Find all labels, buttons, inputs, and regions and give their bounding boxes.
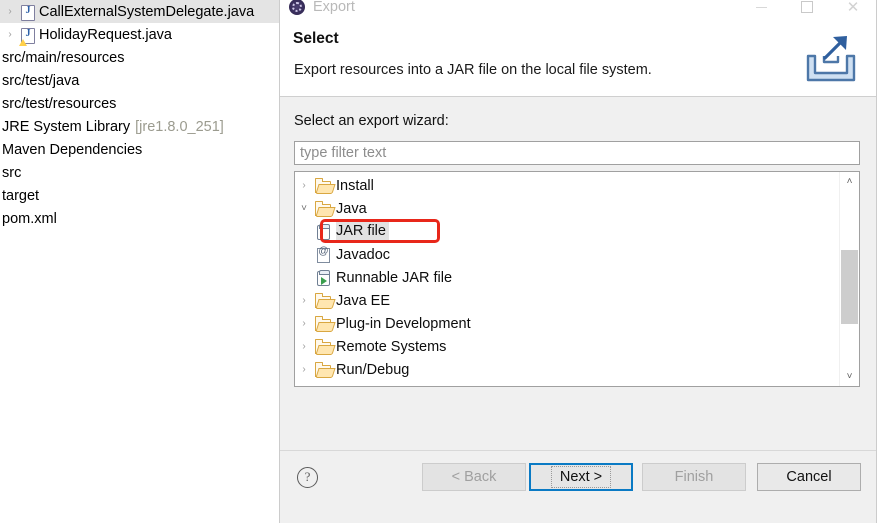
list-item[interactable]: › CallExternalSystemDelegate.java [0,0,290,23]
tree-row[interactable]: Runnable JAR file [295,266,840,289]
javadoc-icon [313,245,332,264]
bottom-edge [0,523,877,529]
dialog-footer: ? < Back Next > Finish Cancel [280,450,876,523]
page-description: Export resources into a JAR file on the … [294,62,652,78]
tree-row-label: Install [336,177,374,194]
window-controls: ✕ [738,0,876,22]
folder-icon [313,199,332,218]
runnable-jar-icon [313,268,332,287]
folder-icon [313,176,332,195]
tree-row-jar-file[interactable]: JAR file [295,220,840,243]
list-item-label: src/test/java [2,72,80,89]
folder-icon [313,291,332,310]
next-button-label: Next > [550,466,612,488]
tree-row-label: Javadoc [336,246,391,263]
tree-row-label: JAR file [336,222,389,241]
package-explorer-tree[interactable]: › CallExternalSystemDelegate.java › Holi… [0,0,290,529]
page-title: Select [293,30,339,47]
dialog-title: Export [313,0,355,15]
tree-row-label: Remote Systems [336,338,447,355]
chevron-right-icon[interactable]: › [295,341,313,352]
list-item[interactable]: pom.xml [0,207,290,230]
expand-chevron-icon[interactable]: › [2,23,18,46]
list-item-label: src [2,164,22,181]
finish-button[interactable]: Finish [642,463,746,491]
tree-row[interactable]: › Java EE [295,289,840,312]
tree-row[interactable]: › Plug-in Development [295,312,840,335]
list-item-label: HolidayRequest.java [39,26,172,43]
chevron-right-icon[interactable]: › [295,364,313,375]
dialog-header: Select Export resources into a JAR file … [280,22,876,97]
dialog-titlebar[interactable]: Export ✕ [280,0,876,22]
export-wizard-tree[interactable]: › Install ˅ Java JAR file @ Javadoc Runn… [294,171,860,387]
tree-row-label: Java EE [336,292,390,309]
list-item[interactable]: JRE System Library [jre1.8.0_251] [0,115,290,138]
java-file-warn-icon [18,26,36,46]
list-item-label: CallExternalSystemDelegate.java [39,3,255,20]
tree-row-label: Runnable JAR file [336,269,453,286]
list-item-label: pom.xml [2,210,57,227]
screen: › CallExternalSystemDelegate.java › Holi… [0,0,877,529]
list-item-label: JRE System Library [2,118,131,135]
close-icon[interactable]: ✕ [830,0,876,22]
tree-vertical-scrollbar[interactable]: ˄ ˅ [839,172,859,386]
tree-row[interactable]: › Install [295,174,840,197]
tree-row-label: Run/Debug [336,361,410,378]
scroll-up-icon[interactable]: ˄ [840,172,859,191]
filter-input[interactable] [294,141,860,165]
chevron-right-icon[interactable]: › [295,180,313,191]
select-wizard-label: Select an export wizard: [294,113,449,129]
tree-row-label: Java [336,200,367,217]
jar-icon [313,222,332,241]
list-item-label: Maven Dependencies [2,141,143,158]
list-item-label: src/test/resources [2,95,117,112]
tree-row[interactable]: › Run/Debug [295,358,840,381]
export-dialog: Export ✕ Select Export resources into a … [279,0,877,523]
list-item[interactable]: src/test/resources [0,92,290,115]
list-item-label: target [2,187,40,204]
chevron-down-icon[interactable]: ˅ [295,203,313,214]
next-button[interactable]: Next > [529,463,633,491]
scrollbar-thumb[interactable] [841,250,858,324]
list-item[interactable]: src/main/resources [0,46,290,69]
list-item-sublabel: [jre1.8.0_251] [135,118,224,135]
tree-row-label: Plug-in Development [336,315,471,332]
list-item-label: src/main/resources [2,49,125,66]
tree-row[interactable]: Javadoc [295,243,840,266]
dialog-body: Select an export wizard: › Install ˅ Jav… [280,97,876,450]
cancel-button[interactable]: Cancel [757,463,861,491]
chevron-right-icon[interactable]: › [295,318,313,329]
folder-icon [313,314,332,333]
list-item[interactable]: target [0,184,290,207]
tree-row[interactable]: › Remote Systems [295,335,840,358]
folder-icon [313,337,332,356]
back-button[interactable]: < Back [422,463,526,491]
list-item[interactable]: Maven Dependencies [0,138,290,161]
scroll-down-icon[interactable]: ˅ [840,367,859,386]
list-item[interactable]: src/test/java [0,69,290,92]
maximize-button[interactable] [784,0,830,22]
help-icon[interactable]: ? [297,467,318,488]
eclipse-icon [289,0,305,15]
tree-row[interactable]: ˅ Java [295,197,840,220]
minimize-button[interactable] [738,0,784,22]
expand-chevron-icon[interactable]: › [2,0,18,23]
java-file-icon [18,3,36,21]
export-arrow-icon [800,30,862,88]
list-item[interactable]: src [0,161,290,184]
list-item[interactable]: › HolidayRequest.java [0,23,290,46]
chevron-right-icon[interactable]: › [295,295,313,306]
folder-icon [313,360,332,379]
